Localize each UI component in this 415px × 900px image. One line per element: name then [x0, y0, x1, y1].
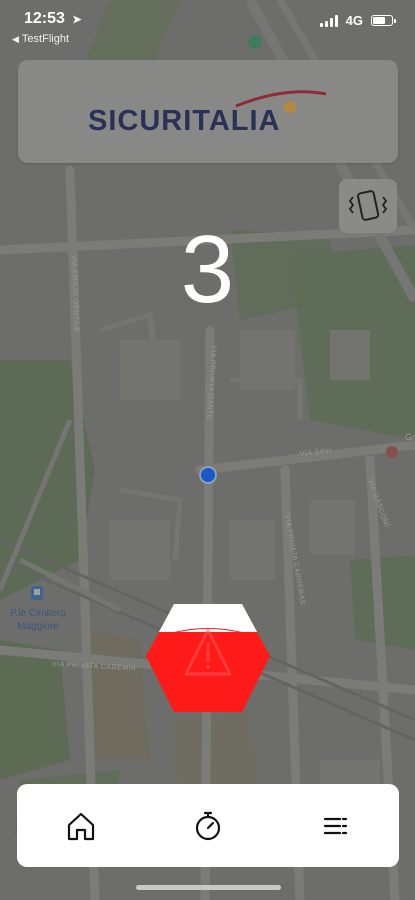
status-right: 4G [319, 13, 396, 28]
countdown-number: 3 [180, 216, 235, 323]
sos-button[interactable] [142, 600, 274, 716]
network-type: 4G [345, 13, 363, 28]
status-bar: 12:53 ➤ ◀ TestFlight 4G [0, 0, 415, 50]
nav-home[interactable] [57, 802, 105, 850]
location-arrow-icon: ➤ [72, 14, 82, 26]
logo-card: SICURITALIA [18, 60, 398, 163]
home-icon [67, 812, 95, 841]
back-app-label: TestFlight [21, 33, 69, 45]
nav-menu[interactable] [311, 802, 359, 850]
vibrate-phone-icon [348, 190, 388, 221]
sicuritalia-logo: SICURITALIA [88, 90, 327, 137]
vibrate-button[interactable] [339, 179, 397, 233]
battery-icon [371, 15, 396, 26]
sos-screen: VIA EMILIO GENTILE VIA PRIVATA DANTE VIA… [0, 0, 415, 900]
menu-list-icon [323, 817, 348, 835]
logo-text: SICURITALIA [88, 105, 281, 137]
sos-hexagon [146, 604, 270, 712]
bottom-nav [17, 784, 399, 867]
back-arrow-icon: ◀ [12, 34, 19, 44]
home-indicator [136, 885, 281, 890]
current-location-dot [199, 466, 217, 484]
status-time-text: 12:53 [24, 10, 65, 27]
signal-icon [319, 14, 338, 27]
nav-timer[interactable] [184, 802, 232, 850]
back-to-app-link[interactable]: ◀ TestFlight [12, 33, 69, 45]
timer-icon [195, 811, 221, 841]
status-time: 12:53 ➤ [24, 10, 82, 28]
